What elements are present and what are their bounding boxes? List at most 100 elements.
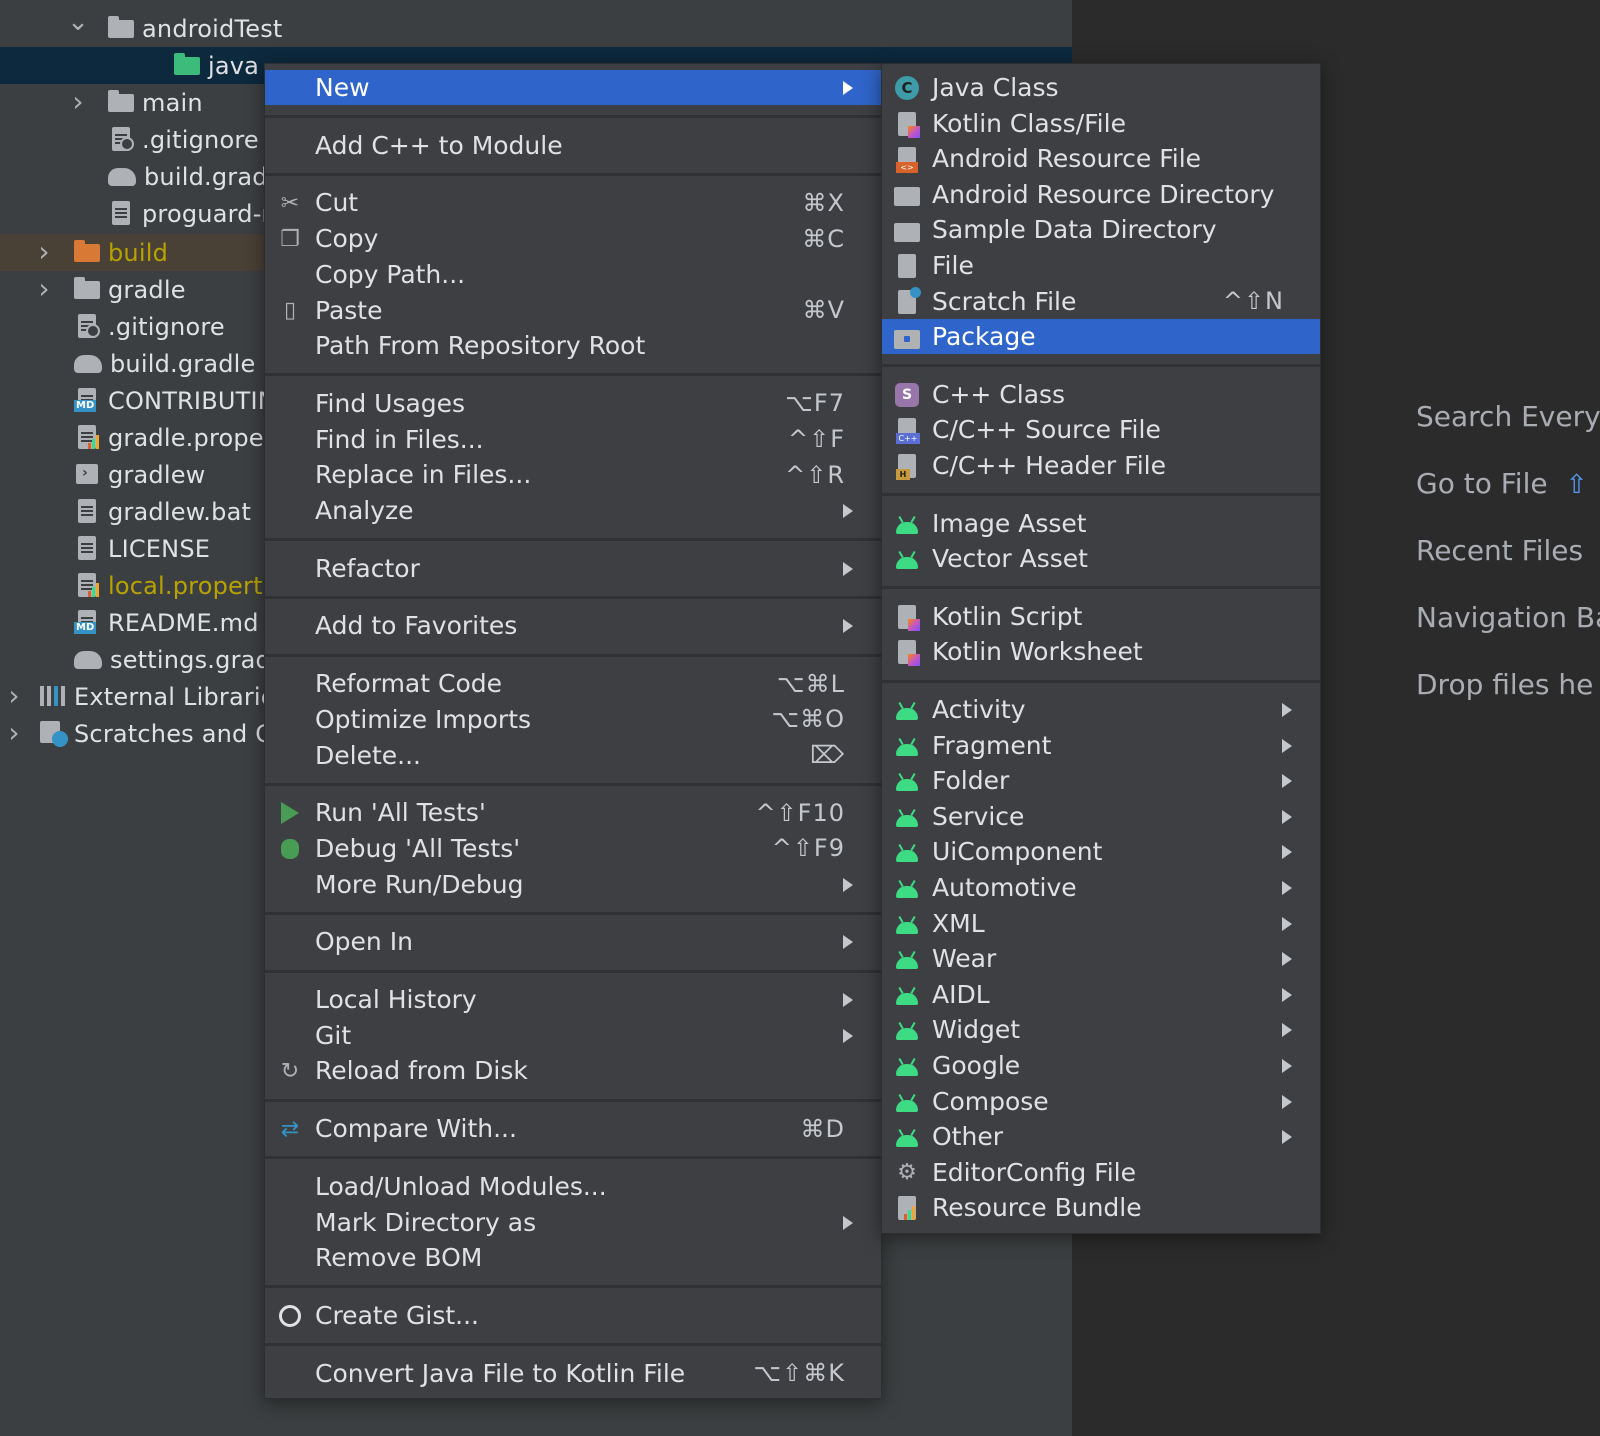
menu-item-compare-with[interactable]: ⇄ Compare With... ⌘D [265, 1111, 881, 1146]
android-icon [894, 733, 920, 759]
menu-item-google[interactable]: Google [882, 1048, 1320, 1083]
menu-separator [265, 1098, 881, 1102]
menu-item-load-unload-modules[interactable]: Load/Unload Modules... [265, 1169, 881, 1204]
menu-item-vector-asset[interactable]: Vector Asset [882, 541, 1320, 576]
submenu-arrow-icon [843, 1215, 853, 1230]
menu-item-more-run-debug[interactable]: More Run/Debug [265, 867, 881, 902]
tree-item-label: .gitignore [108, 312, 225, 341]
menu-item-delete[interactable]: Delete... ⌦ [265, 738, 881, 773]
folder-icon [894, 217, 920, 243]
menu-item-mark-directory-as[interactable]: Mark Directory as [265, 1205, 881, 1240]
menu-item-activity[interactable]: Activity [882, 692, 1320, 727]
menu-item-reload-from-disk[interactable]: ↻ Reload from Disk [265, 1053, 881, 1088]
menu-item-remove-bom[interactable]: Remove BOM [265, 1240, 881, 1275]
menu-item-image-asset[interactable]: Image Asset [882, 506, 1320, 541]
menu-item-label: Resource Bundle [932, 1193, 1142, 1223]
menu-item-c-c-source-file[interactable]: C++ C/C++ Source File [882, 412, 1320, 447]
menu-item-paste[interactable]: ▯ Paste ⌘V [265, 293, 881, 328]
menu-item-kotlin-worksheet[interactable]: Kotlin Worksheet [882, 634, 1320, 669]
menu-item-label: Load/Unload Modules... [315, 1171, 607, 1201]
ignore-file-icon [108, 127, 134, 151]
menu-separator [882, 679, 1320, 683]
menu-item-aidl[interactable]: AIDL [882, 977, 1320, 1012]
menu-item-add-c-to-module[interactable]: Add C++ to Module [265, 128, 881, 163]
menu-item-widget[interactable]: Widget [882, 1012, 1320, 1047]
menu-item-label: Android Resource Directory [932, 179, 1275, 209]
menu-item-resource-bundle[interactable]: Resource Bundle [882, 1190, 1320, 1225]
menu-item-kotlin-script[interactable]: Kotlin Script [882, 599, 1320, 634]
chevron-right-icon[interactable]: › [70, 85, 86, 118]
menu-item-uicomponent[interactable]: UiComponent [882, 834, 1320, 869]
submenu-arrow-icon [843, 1028, 853, 1043]
menu-item-reformat-code[interactable]: Reformat Code ⌥⌘L [265, 666, 881, 701]
menu-item-xml[interactable]: XML [882, 906, 1320, 941]
menu-item-fragment[interactable]: Fragment [882, 728, 1320, 763]
menu-item-replace-in-files[interactable]: Replace in Files... ^⇧R [265, 457, 881, 492]
run-icon [277, 800, 303, 826]
menu-item-package[interactable]: Package [882, 319, 1320, 355]
menu-item-create-gist[interactable]: Create Gist... [265, 1298, 881, 1333]
menu-item-refactor[interactable]: Refactor [265, 551, 881, 586]
project-context-menu: New Add C++ to Module ✂ Cut ⌘X ❐ Copy ⌘C Copy Pa… [264, 63, 882, 1399]
chevron-right-icon[interactable]: › [6, 679, 22, 712]
menu-item-c-c-header-file[interactable]: H C/C++ Header File [882, 448, 1320, 483]
menu-item-run-all-tests[interactable]: Run 'All Tests' ^⇧F10 [265, 795, 881, 830]
menu-item-add-to-favorites[interactable]: Add to Favorites [265, 608, 881, 643]
menu-item-sample-data-directory[interactable]: Sample Data Directory [882, 212, 1320, 247]
submenu-arrow-icon [1282, 881, 1292, 895]
chevron-right-icon[interactable]: › [6, 716, 22, 749]
tree-item-label: gradlew [108, 460, 206, 489]
menu-item-file[interactable]: File [882, 248, 1320, 283]
tree-item-label: build.gradl [144, 162, 275, 191]
menu-item-cut[interactable]: ✂ Cut ⌘X [265, 185, 881, 220]
markdown-file-icon: MD [74, 610, 100, 634]
menu-item-label: Replace in Files... [315, 460, 532, 490]
menu-item-optimize-imports[interactable]: Optimize Imports ⌥⌘O [265, 702, 881, 737]
menu-item-folder[interactable]: Folder [882, 763, 1320, 798]
menu-item-java-class[interactable]: C Java Class [882, 70, 1320, 105]
chevron-right-icon[interactable]: › [36, 272, 52, 305]
shortcut-label: ⌘C [802, 224, 845, 253]
menu-item-find-in-files[interactable]: Find in Files... ^⇧F [265, 422, 881, 457]
tree-item-label: build.gradle [110, 349, 256, 378]
menu-item-compose[interactable]: Compose [882, 1084, 1320, 1119]
menu-item-wear[interactable]: Wear [882, 941, 1320, 976]
menu-item-other[interactable]: Other [882, 1119, 1320, 1154]
menu-separator [882, 493, 1320, 497]
menu-separator [265, 653, 881, 657]
menu-item-open-in[interactable]: Open In [265, 924, 881, 959]
menu-item-analyze[interactable]: Analyze [265, 493, 881, 528]
menu-item-local-history[interactable]: Local History [265, 982, 881, 1017]
kotlin-worksheet-icon [894, 639, 920, 667]
menu-item-convert-java-file-to-kotlin-file[interactable]: Convert Java File to Kotlin File ⌥⇧⌘K [265, 1356, 881, 1391]
menu-item-editorconfig-file[interactable]: ⚙ EditorConfig File [882, 1155, 1320, 1190]
chevron-down-icon[interactable]: ⌄ [67, 7, 89, 37]
menu-separator [265, 969, 881, 973]
menu-item-find-usages[interactable]: Find Usages ⌥F7 [265, 386, 881, 421]
menu-item-label: Service [932, 801, 1025, 831]
android-icon [894, 1053, 920, 1079]
menu-item-new[interactable]: New [265, 70, 881, 105]
gradle-icon [74, 351, 102, 375]
menu-item-c-class[interactable]: S C++ Class [882, 377, 1320, 412]
menu-item-android-resource-file[interactable]: <> Android Resource File [882, 141, 1320, 176]
menu-item-automotive[interactable]: Automotive [882, 870, 1320, 905]
submenu-arrow-icon [843, 561, 853, 576]
menu-item-git[interactable]: Git [265, 1018, 881, 1053]
menu-item-label: Create Gist... [315, 1300, 480, 1330]
tree-row[interactable]: ⌄ androidTest [0, 7, 1072, 47]
cpp-header-icon: H [894, 453, 920, 480]
menu-item-service[interactable]: Service [882, 799, 1320, 834]
submenu-arrow-icon [1282, 845, 1292, 860]
menu-item-android-resource-directory[interactable]: Android Resource Directory [882, 177, 1320, 212]
chevron-right-icon[interactable]: › [36, 235, 52, 268]
menu-item-label: Add to Favorites [315, 611, 518, 641]
menu-item-label: C++ Class [932, 379, 1066, 409]
menu-item-path-from-repository-root[interactable]: Path From Repository Root [265, 328, 881, 363]
menu-item-scratch-file[interactable]: Scratch File ^⇧N [882, 284, 1320, 319]
menu-item-copy-path[interactable]: Copy Path... [265, 257, 881, 292]
android-icon [894, 1124, 920, 1150]
menu-item-debug-all-tests[interactable]: Debug 'All Tests' ^⇧F9 [265, 831, 881, 866]
menu-item-kotlin-class-file[interactable]: Kotlin Class/File [882, 106, 1320, 141]
menu-item-copy[interactable]: ❐ Copy ⌘C [265, 221, 881, 256]
